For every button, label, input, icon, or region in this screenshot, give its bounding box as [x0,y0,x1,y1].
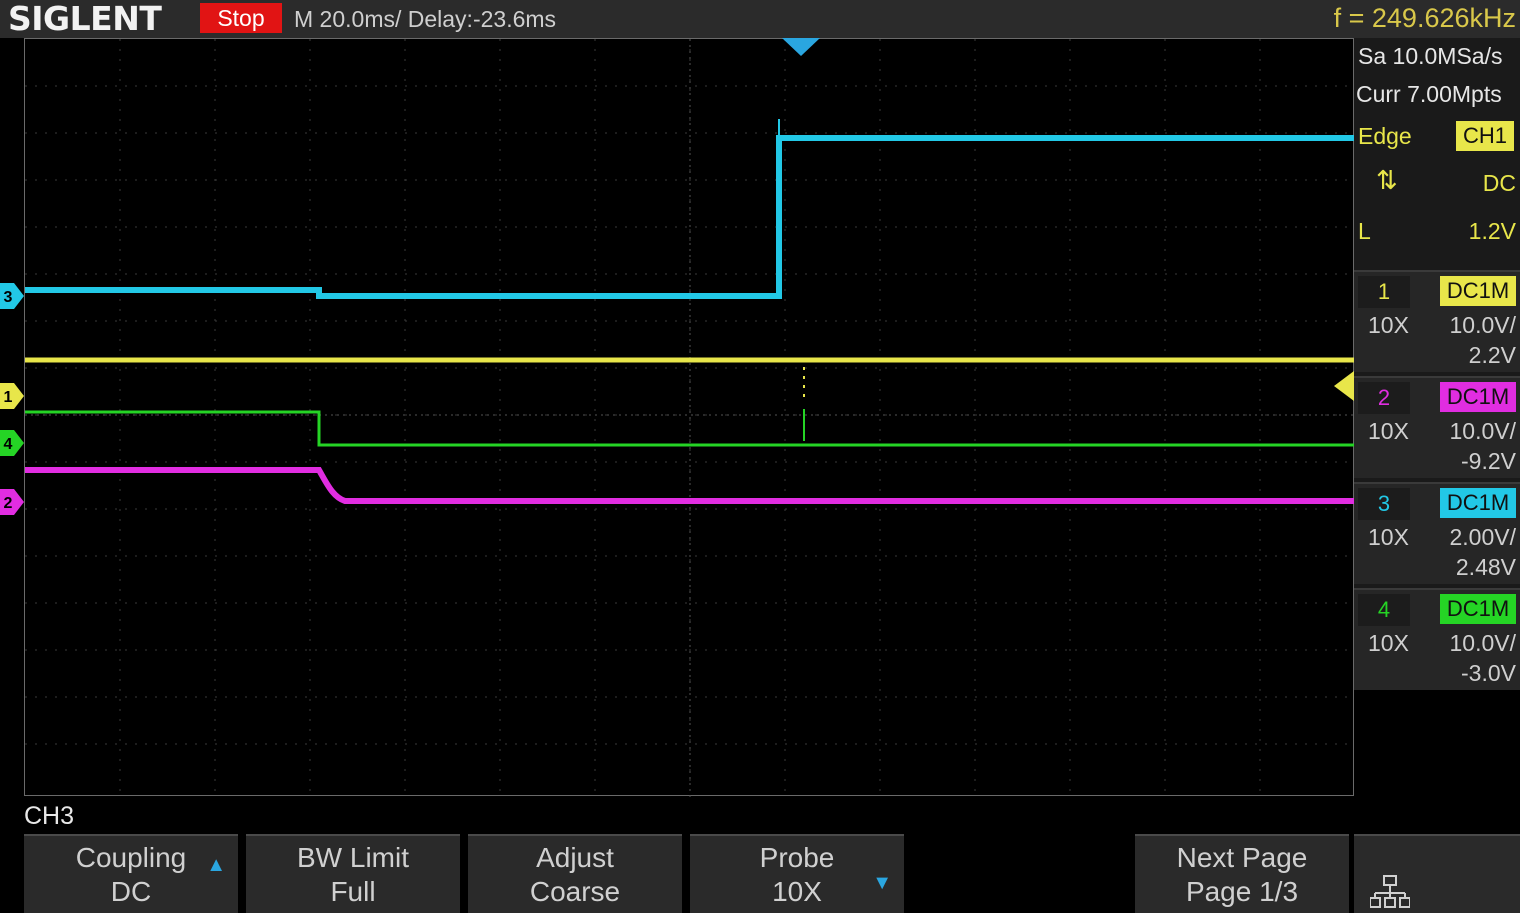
arrow-down-icon: ▼ [872,872,892,894]
sample-rate: Sa 10.0MSa/s [1358,43,1503,69]
channel-scale: 10.0V/ [1449,312,1517,338]
ch3-offset-marker[interactable]: 3 [0,283,24,309]
ch3-trace [25,135,1355,299]
waveform-canvas [25,39,1355,797]
channel-coupling-badge: DC1M [1440,594,1516,624]
softkey-value: Full [330,876,376,907]
menu-title: CH3 [24,802,75,830]
info-panel: Sa 10.0MSa/s Curr 7.00Mpts Edge CH1 ⇅ DC… [1354,38,1520,690]
channel-probe: 10X [1368,312,1409,338]
softkey-value: Page 1/3 [1185,876,1299,907]
channel-number: 2 [1358,382,1410,414]
softkey-label: BW Limit [297,842,409,873]
waveform-display[interactable] [24,38,1355,797]
channel-scale: 10.0V/ [1449,630,1517,656]
channel-2-info[interactable]: 2 DC1M 10X 10.0V/ -9.2V [1354,376,1520,478]
network-icon [1370,875,1410,908]
top-status-bar: SIGLENT Stop M 20.0ms/ Delay:-23.6ms f =… [0,0,1520,38]
probe-softkey[interactable]: Probe 10X ▼ [690,834,904,913]
channel-offset: -3.0V [1461,660,1516,686]
rise-fall-arrows-icon: ⇅ [1376,165,1398,195]
adjust-softkey[interactable]: Adjust Coarse [468,834,682,913]
coupling-softkey[interactable]: Coupling DC ▲ [24,834,238,913]
next-page-softkey[interactable]: Next Page Page 1/3 [1135,834,1349,913]
softkey-label: Next Page [1176,842,1308,873]
softkey-label: Probe [759,842,835,873]
channel-probe: 10X [1368,524,1409,550]
network-status[interactable] [1354,834,1520,913]
arrow-up-icon: ▲ [206,854,226,876]
trigger-level-label: L [1358,218,1371,244]
ch2-offset-marker[interactable]: 2 [0,489,24,515]
channel-coupling-badge: DC1M [1440,488,1516,518]
ch4-offset-marker[interactable]: 4 [0,430,24,456]
trigger-level-marker[interactable] [1334,371,1354,401]
run-stop-status[interactable]: Stop [200,3,282,33]
channel-scale: 10.0V/ [1449,418,1517,444]
channel-3-info[interactable]: 3 DC1M 10X 2.00V/ 2.48V [1354,482,1520,584]
channel-number: 4 [1358,594,1410,626]
channel-offset: 2.48V [1455,554,1516,580]
trigger-type: Edge [1358,123,1412,149]
svg-text:1: 1 [4,389,13,406]
channel-coupling-badge: DC1M [1440,276,1516,306]
memory-depth: Curr 7.00Mpts [1356,81,1502,107]
trigger-coupling: DC [1482,170,1516,196]
channel-number: 3 [1358,488,1410,520]
softkey-value: DC [110,876,152,907]
svg-text:2: 2 [4,495,13,512]
channel-4-info[interactable]: 4 DC1M 10X 10.0V/ -3.0V [1354,588,1520,690]
channel-offset: 2.2V [1468,342,1516,368]
timebase-readout[interactable]: M 20.0ms/ Delay:-23.6ms [294,4,556,34]
softkey-label: Adjust [536,842,614,873]
brand-logo: SIGLENT [8,0,162,38]
bw-limit-softkey[interactable]: BW Limit Full [246,834,460,913]
channel-probe: 10X [1368,630,1409,656]
svg-text:3: 3 [4,289,13,306]
ch1-offset-marker[interactable]: 1 [0,383,24,409]
softkey-value: Coarse [529,876,621,907]
frequency-counter: f = 249.626kHz [1333,3,1516,33]
channel-coupling-badge: DC1M [1440,382,1516,412]
trigger-level-value: 1.2V [1468,218,1516,244]
channel-1-info[interactable]: 1 DC1M 10X 10.0V/ 2.2V [1354,270,1520,372]
channel-probe: 10X [1368,418,1409,444]
svg-text:4: 4 [4,436,13,453]
channel-offset: -9.2V [1461,448,1516,474]
trigger-position-marker[interactable] [782,38,820,56]
channel-number: 1 [1358,276,1410,308]
channel-scale: 2.00V/ [1449,524,1517,550]
trigger-source-badge: CH1 [1456,121,1514,151]
